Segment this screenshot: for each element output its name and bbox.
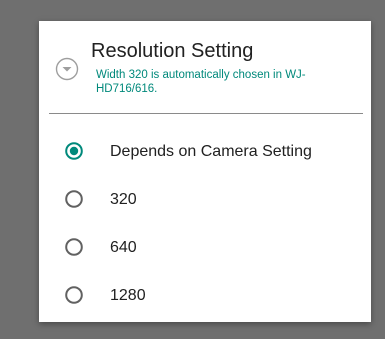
option-320[interactable]: 320 — [39, 178, 371, 226]
option-label: Depends on Camera Setting — [110, 143, 312, 160]
option-label: 1280 — [110, 287, 146, 304]
option-1280[interactable]: 1280 — [39, 274, 371, 322]
option-label: 640 — [110, 239, 137, 256]
chevron-down-circle-icon — [55, 57, 79, 81]
resolution-setting-dialog: Resolution Setting Width 320 is automati… — [39, 21, 371, 322]
radio-button-unchecked-icon[interactable] — [65, 286, 83, 304]
radio-button-unchecked-icon[interactable] — [65, 190, 83, 208]
option-depends-on-camera-setting[interactable]: Depends on Camera Setting — [39, 130, 371, 178]
resolution-options-list: Depends on Camera Setting 320 640 1280 — [39, 130, 371, 322]
header-divider — [49, 113, 363, 114]
radio-button-checked-icon[interactable] — [65, 142, 83, 160]
option-640[interactable]: 640 — [39, 226, 371, 274]
dialog-header: Resolution Setting Width 320 is automati… — [39, 21, 371, 114]
dialog-title: Resolution Setting — [91, 40, 254, 62]
option-label: 320 — [110, 191, 137, 208]
dialog-subtitle: Width 320 is automatically chosen in WJ-… — [96, 69, 306, 95]
radio-button-unchecked-icon[interactable] — [65, 238, 83, 256]
